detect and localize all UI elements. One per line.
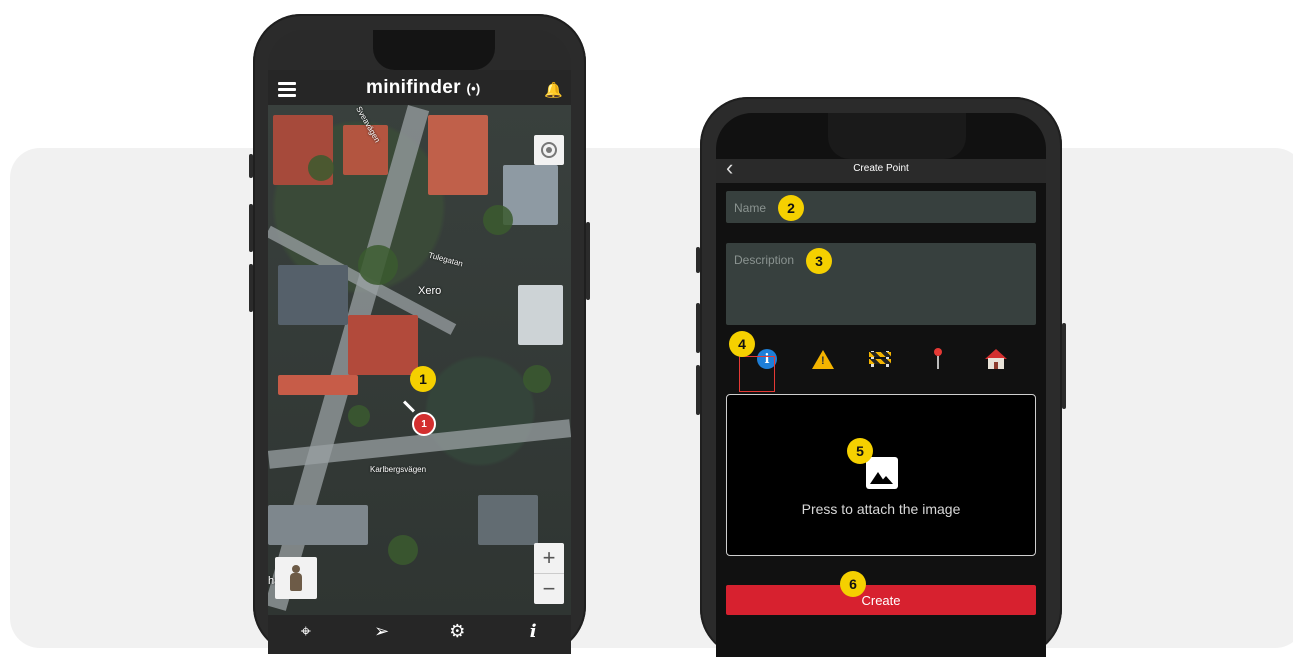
callout-badge: 6 xyxy=(840,571,866,597)
side-button xyxy=(249,204,253,252)
callout-badge: 5 xyxy=(847,438,873,464)
send-icon[interactable]: ➢ xyxy=(367,621,397,642)
side-button xyxy=(249,154,253,178)
side-button xyxy=(696,247,700,273)
map-view[interactable]: Sveavägen Tulegatan Xero Karlbergsvägen … xyxy=(268,105,571,615)
location-icon xyxy=(541,142,557,158)
side-button xyxy=(586,222,590,300)
my-location-button[interactable] xyxy=(534,135,564,165)
side-button xyxy=(249,264,253,312)
zoom-control: + − xyxy=(534,543,564,604)
crosshair-icon[interactable]: ⌖ xyxy=(291,621,321,642)
map-building xyxy=(278,375,358,395)
map-building xyxy=(268,505,368,545)
map-building xyxy=(478,495,538,545)
barrier-icon xyxy=(869,351,891,367)
map-point-marker[interactable]: 1 xyxy=(412,412,436,436)
street-view-button[interactable] xyxy=(275,557,317,599)
marker-pointer xyxy=(402,400,416,413)
create-point-screen: ‹ Create Point Name Description i ! Pres… xyxy=(716,113,1046,657)
description-placeholder: Description xyxy=(734,253,795,267)
map-tree xyxy=(523,365,551,393)
info-icon[interactable]: i xyxy=(518,621,548,642)
side-button xyxy=(1062,323,1066,409)
pin-icon xyxy=(932,348,944,370)
map-phone: minifinder (•) 🔔 Sveavägen Tulegatan Xer… xyxy=(249,14,590,654)
map-building xyxy=(518,285,563,345)
name-placeholder: Name xyxy=(734,201,767,215)
type-pin-option[interactable] xyxy=(920,341,956,377)
image-icon xyxy=(866,457,898,489)
map-tree xyxy=(308,155,334,181)
page-title: Create Point xyxy=(853,163,909,174)
map-screen: minifinder (•) 🔔 Sveavägen Tulegatan Xer… xyxy=(268,30,571,654)
map-building xyxy=(348,315,418,375)
map-place-label: Xero xyxy=(418,285,442,297)
side-button xyxy=(696,303,700,353)
type-barrier-option[interactable] xyxy=(862,341,898,377)
phone-notch xyxy=(828,113,966,159)
form-phone: ‹ Create Point Name Description i ! Pres… xyxy=(696,97,1066,657)
house-icon xyxy=(985,349,1007,369)
hamburger-icon[interactable] xyxy=(278,82,296,97)
attach-image-label: Press to attach the image xyxy=(801,501,961,517)
app-header: minifinder (•) 🔔 xyxy=(268,70,571,105)
callout-badge: 1 xyxy=(410,366,436,392)
map-street-label: Karlbergsvägen xyxy=(370,465,427,474)
attach-image-area[interactable]: Press to attach the image xyxy=(726,394,1036,556)
bell-icon[interactable]: 🔔 xyxy=(544,81,563,99)
phone-notch xyxy=(373,30,495,70)
map-tree xyxy=(358,245,398,285)
warning-icon xyxy=(812,349,834,369)
map-building xyxy=(278,265,348,325)
pegman-icon xyxy=(290,565,302,591)
map-tree xyxy=(348,405,370,427)
background-panel xyxy=(10,148,1293,648)
callout-badge: 3 xyxy=(806,248,832,274)
callout-badge: 2 xyxy=(778,195,804,221)
zoom-out-button[interactable]: − xyxy=(534,574,564,604)
map-building xyxy=(428,115,488,195)
screen-header: ‹ Create Point xyxy=(716,155,1046,183)
description-field[interactable]: Description xyxy=(726,243,1036,325)
create-button[interactable]: Create xyxy=(726,585,1036,615)
map-tree xyxy=(388,535,418,565)
selected-type-outline xyxy=(739,356,775,392)
map-street-label: Tulegatan xyxy=(427,250,464,269)
type-house-option[interactable] xyxy=(978,341,1014,377)
map-building xyxy=(343,125,388,175)
callout-badge: 4 xyxy=(729,331,755,357)
gear-icon[interactable]: ⚙ xyxy=(442,621,472,642)
map-tree xyxy=(483,205,513,235)
type-warning-option[interactable] xyxy=(805,341,841,377)
zoom-in-button[interactable]: + xyxy=(534,543,564,574)
side-button xyxy=(696,365,700,415)
name-field[interactable]: Name xyxy=(726,191,1036,223)
brand-logo: minifinder (•) xyxy=(366,77,481,98)
